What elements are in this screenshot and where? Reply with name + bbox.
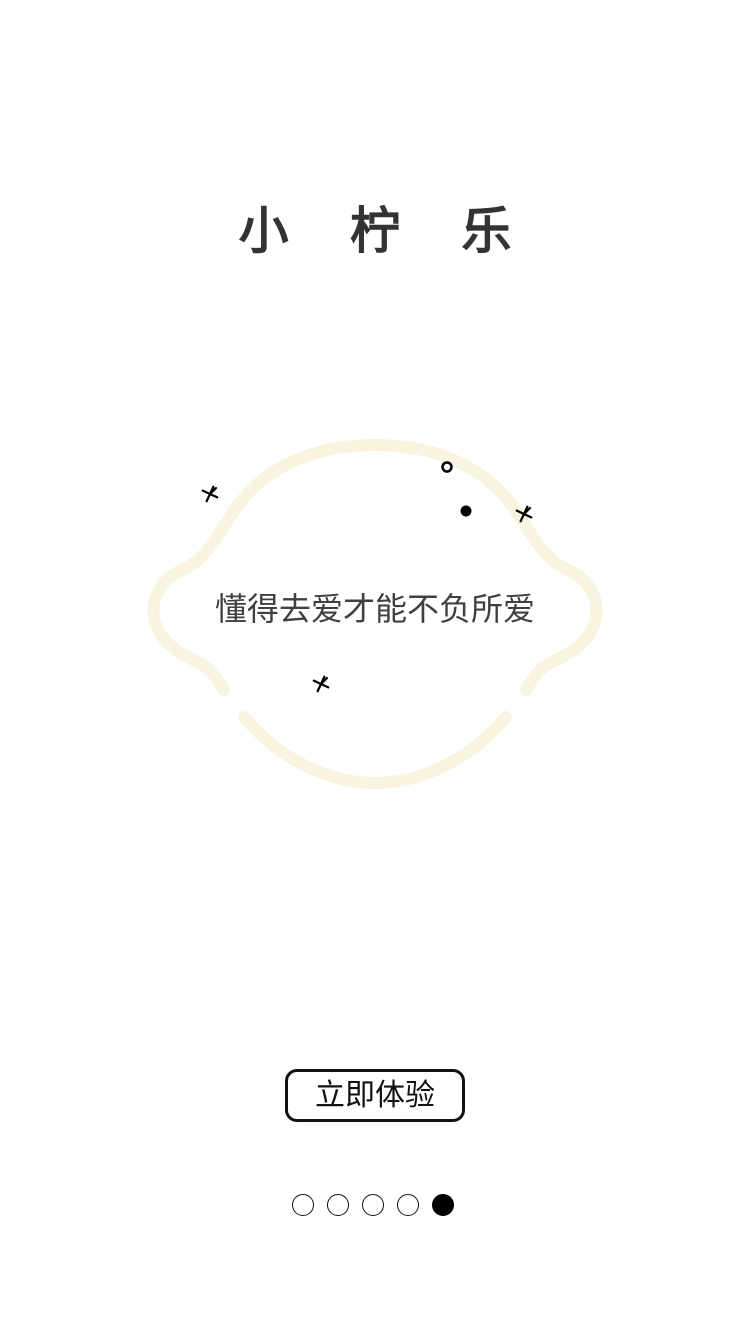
sparkle-icon xyxy=(312,675,330,693)
page-dot-5-active[interactable] xyxy=(432,1194,454,1216)
ring-icon xyxy=(441,461,453,473)
slogan-text: 懂得去爱才能不负所爱 xyxy=(214,590,535,628)
page-dot-1[interactable] xyxy=(292,1194,314,1216)
page-indicator xyxy=(292,1194,462,1218)
page-dot-3[interactable] xyxy=(362,1194,384,1216)
app-title: 小 柠 乐 xyxy=(238,202,534,260)
sparkle-icon xyxy=(515,505,533,523)
page-dot-2[interactable] xyxy=(327,1194,349,1216)
start-experience-button[interactable]: 立即体验 xyxy=(285,1069,465,1122)
sparkle-icon xyxy=(201,485,219,503)
page-dot-4[interactable] xyxy=(397,1194,419,1216)
dot-icon xyxy=(460,505,472,517)
